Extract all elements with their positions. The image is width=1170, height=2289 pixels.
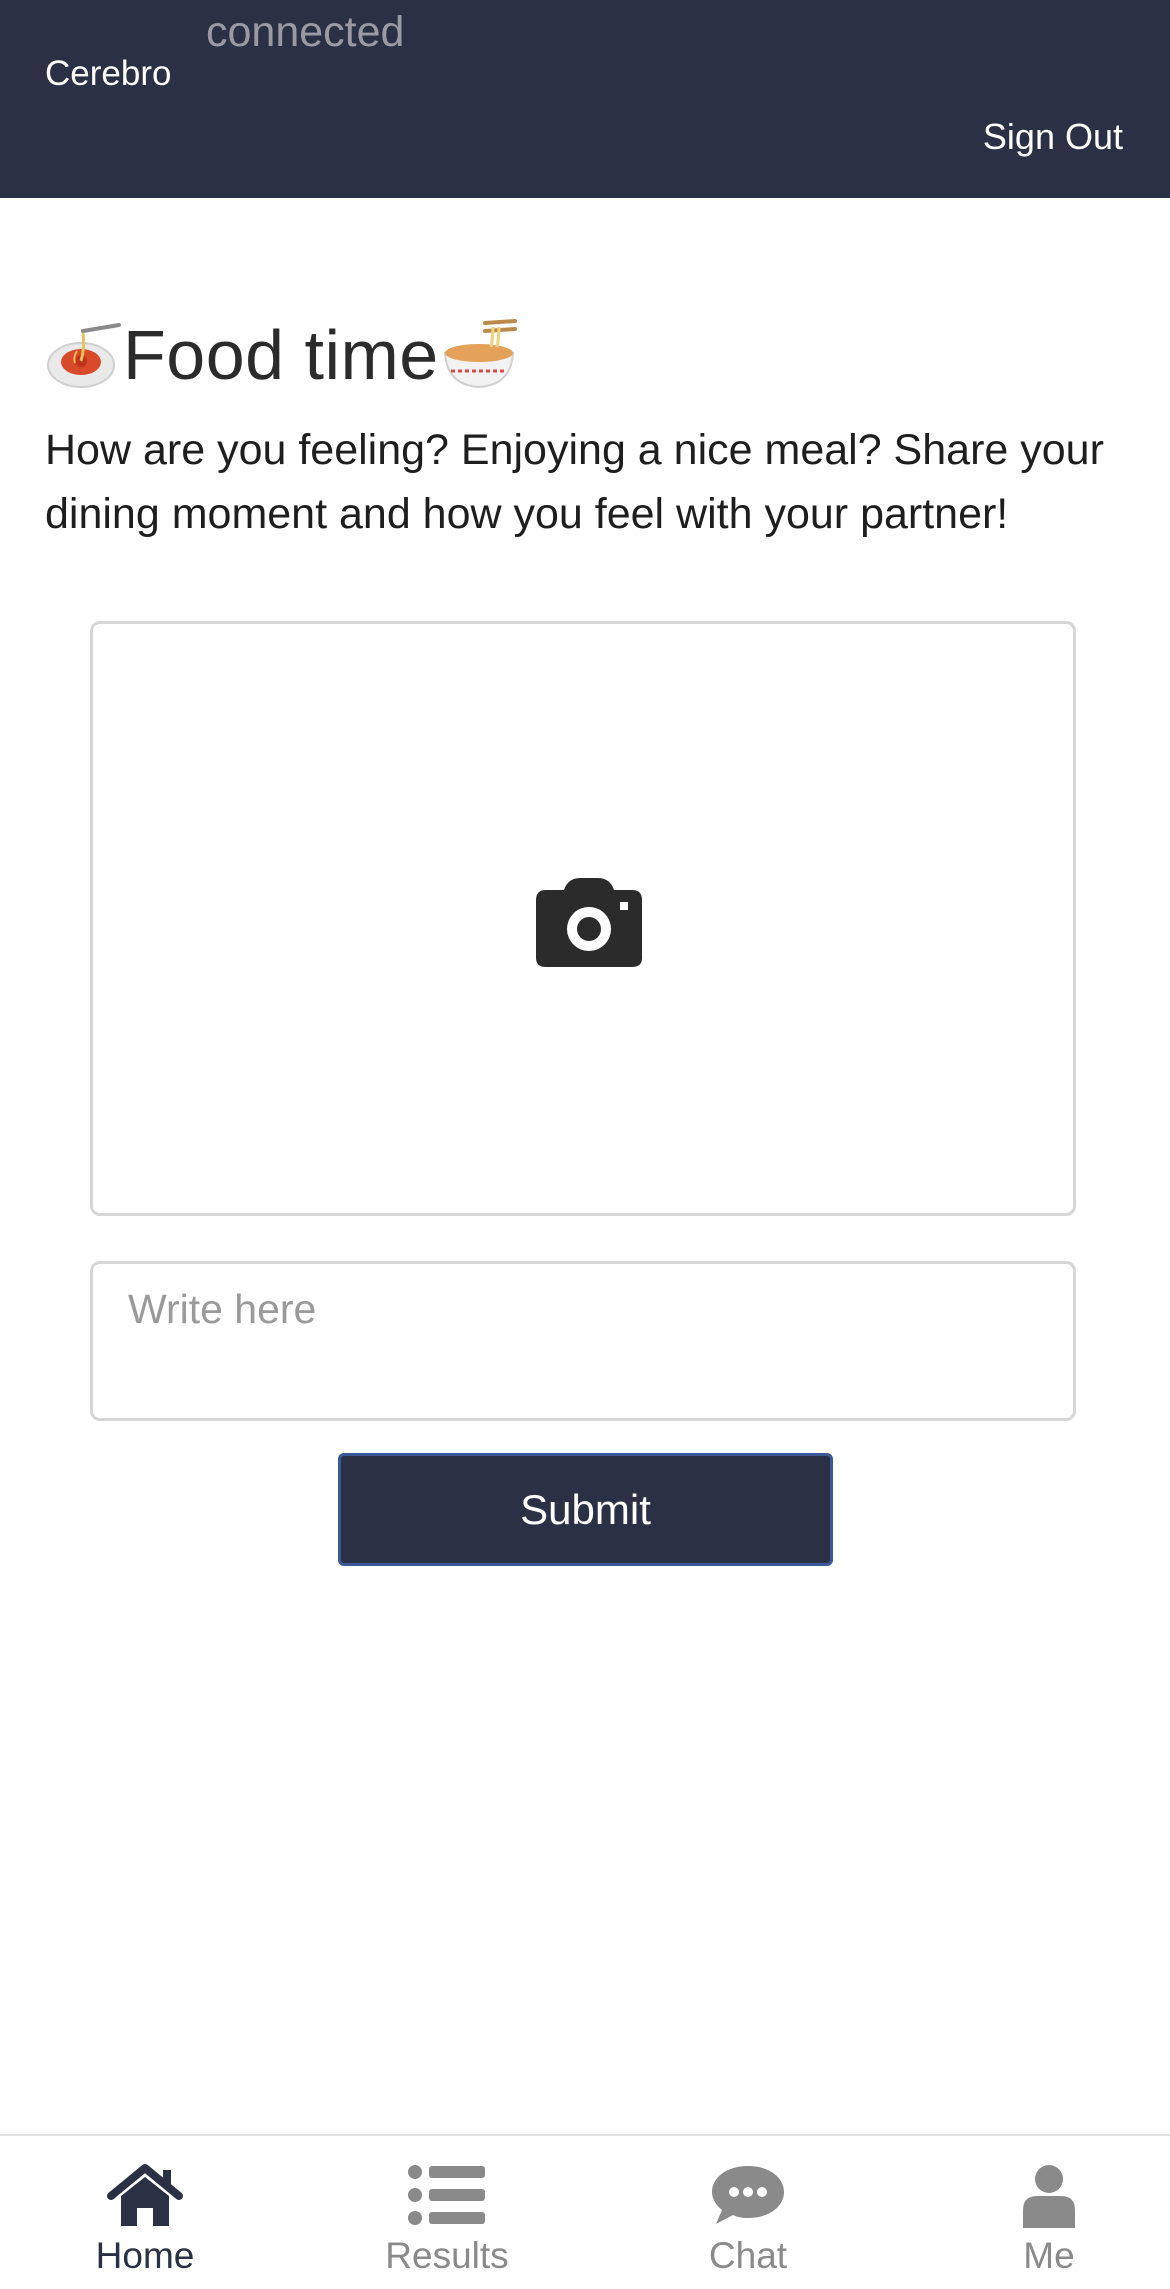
nav-item-chat[interactable]: Chat xyxy=(648,2136,848,2289)
nav-label-results: Results xyxy=(385,2235,509,2276)
top-header: Cerebro connected Sign Out xyxy=(0,0,1170,198)
nav-item-me[interactable]: Me xyxy=(949,2136,1149,2289)
nav-label-home: Home xyxy=(95,2235,195,2276)
nav-item-results[interactable]: Results xyxy=(347,2136,547,2289)
sign-out-button[interactable]: Sign Out xyxy=(983,114,1123,160)
page-description: How are you feeling? Enjoying a nice mea… xyxy=(45,426,1104,538)
user-icon xyxy=(1023,2165,1075,2228)
spaghetti-icon xyxy=(47,323,121,388)
message-input[interactable] xyxy=(90,1261,1076,1421)
chat-bubble-icon xyxy=(712,2166,784,2224)
nav-label-me: Me xyxy=(1023,2235,1075,2276)
camera-icon xyxy=(536,878,642,967)
list-icon xyxy=(408,2165,485,2225)
app-brand: Cerebro xyxy=(45,54,172,93)
page-title-text: Food time xyxy=(123,316,439,394)
home-icon xyxy=(107,2164,183,2226)
noodle-bowl-icon xyxy=(443,319,517,389)
nav-item-home[interactable]: Home xyxy=(45,2136,245,2289)
connection-status: connected xyxy=(206,8,405,56)
bottom-navigation: Home Results Chat Me xyxy=(0,2134,1170,2289)
photo-upload-area[interactable] xyxy=(90,621,1076,1216)
page-title: Food time xyxy=(45,310,517,400)
nav-label-chat: Chat xyxy=(708,2235,788,2276)
page: Cerebro connected Sign Out Food time How… xyxy=(0,0,1170,2289)
submit-button[interactable]: Submit xyxy=(338,1453,833,1566)
